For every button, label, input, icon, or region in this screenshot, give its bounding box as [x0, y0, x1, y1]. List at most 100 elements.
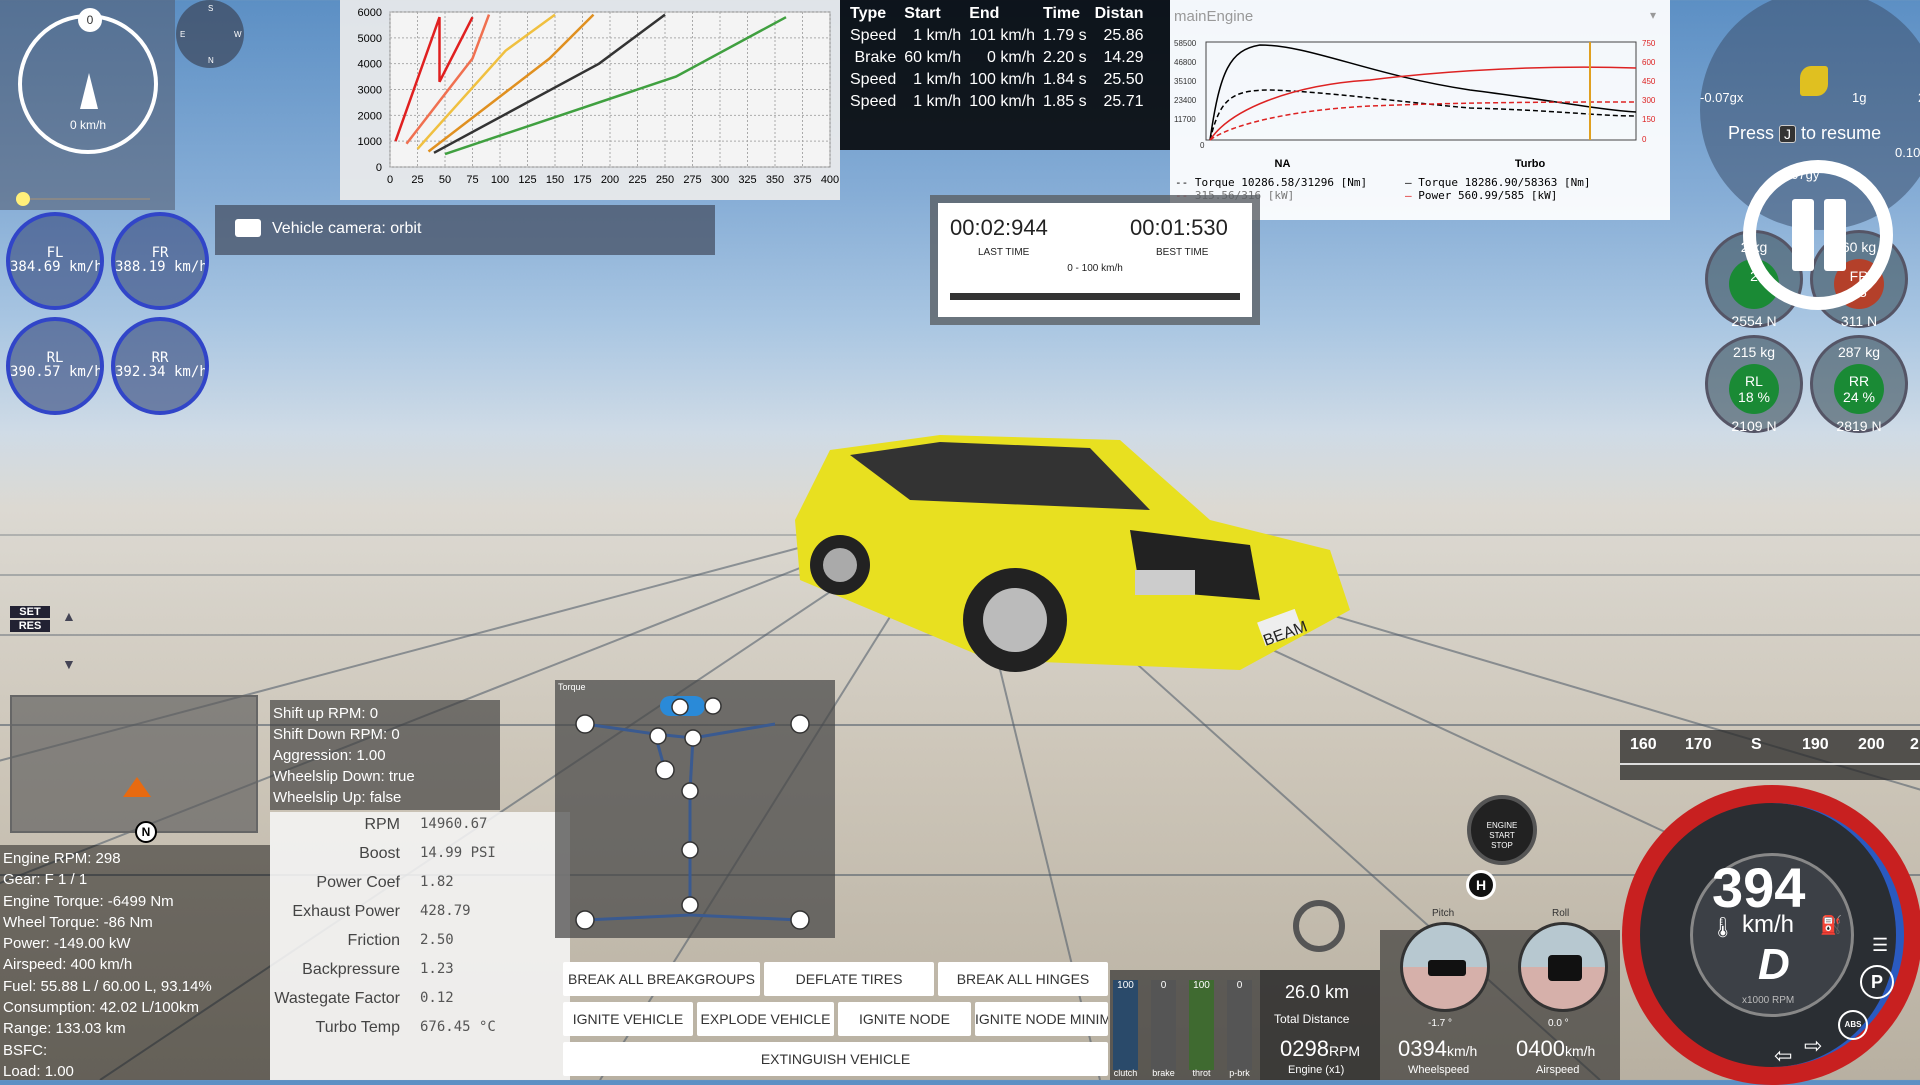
break-hinges-button[interactable]: BREAK ALL HINGES: [938, 962, 1108, 996]
cell: Brake: [854, 49, 897, 66]
slider-knob[interactable]: [16, 192, 30, 206]
ytick-right: 450: [1642, 77, 1656, 86]
lap-timer: 00:02:944 LAST TIME 00:01:530 BEST TIME …: [930, 195, 1260, 325]
distance-label: Total Distance: [1274, 1012, 1350, 1026]
legend-value: 10286.58/31296: [1241, 176, 1334, 189]
heading-tick: 170: [1685, 736, 1712, 753]
engine-curve-svg: 58500 46800 35100 23400 11700 0 750 600 …: [1174, 39, 1656, 150]
y-tick-label: 4000: [358, 59, 382, 71]
cell: 2.20 s: [1043, 49, 1087, 66]
wheel-label: RR: [151, 350, 169, 366]
pause-button[interactable]: -0.07gy: [1743, 160, 1893, 310]
tele-row: Wastegate Factor 0.12: [270, 990, 570, 1019]
break-breakgroups-button[interactable]: BREAK ALL BREAKGROUPS: [563, 962, 760, 996]
x-tick-label: 125: [518, 174, 536, 186]
pitch-label: Pitch: [1432, 908, 1455, 919]
x-tick-label: 350: [766, 174, 784, 186]
explode-vehicle-button[interactable]: EXPLODE VEHICLE: [697, 1002, 834, 1036]
ytick: 46800: [1174, 58, 1197, 67]
cell: 25.71: [1103, 93, 1144, 110]
wheel-rr: RR 392.34 km/h: [111, 317, 209, 415]
load-n: 2554 N: [1731, 313, 1777, 329]
ignite-node-min-button[interactable]: IGNITE NODE MINIM: [975, 1002, 1108, 1036]
compass-w: W: [234, 30, 242, 39]
turbo-telemetry: RPM 14960.67 Boost 14.99 PSI Power Coef 1.8…: [270, 812, 570, 1080]
heading-tick: 190: [1802, 736, 1829, 753]
extinguish-vehicle-button[interactable]: EXTINGUISH VEHICLE: [563, 1042, 1108, 1076]
last-time: 00:02:944: [950, 215, 1048, 240]
x-tick-label: 175: [573, 174, 591, 186]
load-rr: 287 kg RR 24 % 2819 N: [1810, 335, 1908, 434]
x-tick-label: 250: [656, 174, 674, 186]
wheel-value: 390.57 km/h: [10, 364, 103, 380]
y-tick-label: 6000: [358, 7, 382, 19]
legend-value: 560.99/585: [1458, 189, 1525, 202]
cruise-up-icon[interactable]: ▲: [62, 608, 76, 624]
cell: Speed: [850, 27, 897, 44]
speed-unit: km/h: [1742, 911, 1795, 938]
brake-bar: 0: [1151, 980, 1176, 1070]
temperature-icon: 🌡: [1710, 917, 1736, 939]
compass-e: E: [180, 30, 186, 39]
cruise-down-icon[interactable]: ▼: [62, 656, 76, 672]
compass-n: N: [208, 56, 214, 65]
debug-line: BSFC:: [3, 1041, 48, 1059]
x-tick-label: 225: [628, 174, 646, 186]
resume-hint: Press J to resume: [1728, 123, 1881, 144]
shift-info: Shift up RPM: 0 Shift Down RPM: 0 Aggres…: [270, 700, 500, 810]
shift-line: Shift Down RPM: 0: [273, 726, 400, 743]
load-kg-unit: kg: [1760, 344, 1776, 360]
camera-note-text: Vehicle camera: orbit: [272, 220, 422, 237]
direction-arrow-icon: [80, 73, 98, 109]
bar-value: 0: [1236, 980, 1243, 991]
ytick: 23400: [1174, 96, 1197, 105]
stat-label: Wheelspeed: [1408, 1064, 1470, 1076]
wheel-rl: RL 390.57 km/h: [6, 317, 104, 415]
tele-row: Friction 2.50: [270, 932, 570, 961]
compass-widget: S W E N: [176, 0, 244, 68]
bar-label: brake: [1152, 1068, 1175, 1078]
cell: Speed: [850, 71, 897, 88]
stat-label: Airspeed: [1536, 1064, 1580, 1076]
engine-start-stop-button[interactable]: ENGINE START STOP: [1467, 795, 1537, 865]
pitch-indicator: [1400, 922, 1490, 1012]
cell: 1.79 s: [1043, 27, 1087, 44]
tele-row: Exhaust Power 428.79: [270, 903, 570, 932]
bar-value: 100: [1117, 980, 1134, 991]
cruise-set-button[interactable]: SET: [10, 606, 50, 618]
throttle-bar: 100: [1189, 980, 1214, 1070]
tele-label: Power Coef: [316, 874, 400, 891]
col-type: Type: [850, 5, 887, 22]
ignite-vehicle-button[interactable]: IGNITE VEHICLE: [563, 1002, 693, 1036]
cruise-res-button[interactable]: RES: [10, 620, 50, 632]
load-kg-value: 287: [1837, 344, 1862, 360]
camera-notification: Vehicle camera: orbit: [215, 205, 715, 255]
engine-select[interactable]: mainEngine: [1174, 8, 1253, 25]
stat-airspeed: 0400km/h: [1516, 1036, 1595, 1062]
wheel-value: 384.69 km/h: [10, 259, 103, 275]
legend-label: Torque: [1194, 176, 1235, 189]
deflate-tires-button[interactable]: DEFLATE TIRES: [764, 962, 934, 996]
abs-icon: ABS: [1838, 1010, 1868, 1040]
speed-readout: 0 km/h: [69, 118, 106, 132]
stat-unit: km/h: [1564, 1043, 1596, 1059]
y-tick-label: 2000: [358, 110, 382, 122]
time-slider[interactable]: [16, 192, 150, 206]
parking-icon: P: [1860, 965, 1894, 999]
x-tick-label: 50: [439, 174, 451, 186]
debug-line: Gear: F 1 / 1: [3, 871, 88, 889]
cell: 14.29: [1103, 49, 1144, 66]
wheel-label: FR: [151, 245, 169, 261]
chevron-down-icon[interactable]: ▾: [1650, 8, 1656, 22]
vehicle-debug-info: Engine RPM: 298 Gear: F 1 / 1 Engine Tor…: [0, 845, 270, 1080]
camera-icon: [235, 219, 261, 237]
table-row: Speed 1 km/h 100 km/h 1.85 s 25.71: [846, 91, 1148, 113]
main-speedometer: 394 km/h D x1000 RPM 🌡 ⛽ P ABS ⇦ ⇨ ☰: [1620, 785, 1920, 1085]
tele-value: 1.23: [420, 961, 454, 977]
stat-unit: km/h: [1446, 1043, 1478, 1059]
x-tick-label: 200: [601, 174, 619, 186]
truck-front-icon: [1548, 955, 1582, 981]
stat-engine: 0298RPM: [1280, 1036, 1360, 1062]
legend-unit: [Nm]: [1340, 176, 1368, 189]
ignite-node-button[interactable]: IGNITE NODE: [838, 1002, 971, 1036]
